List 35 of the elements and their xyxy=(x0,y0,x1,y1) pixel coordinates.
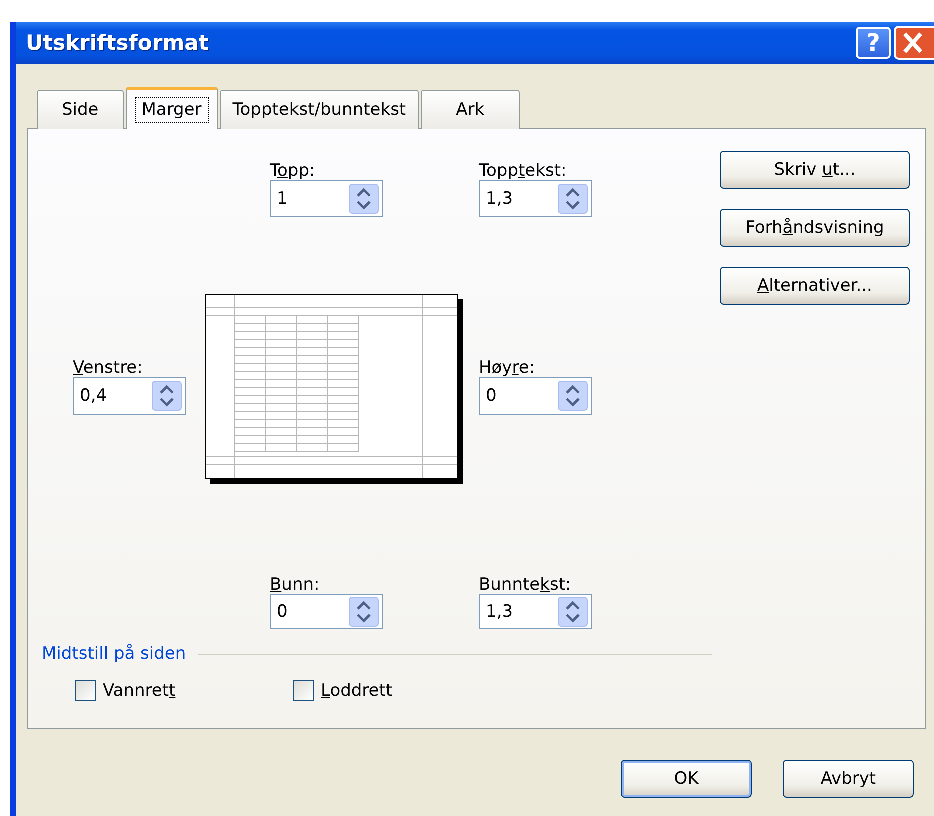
tab[interactable]: Ark xyxy=(421,90,520,129)
dialog-button[interactable]: Forhåndsvisning xyxy=(720,209,910,247)
close-icon[interactable] xyxy=(894,26,934,60)
field-label: Bunn: xyxy=(270,575,320,595)
field-label: Bunntekst: xyxy=(479,575,572,595)
number-spinner[interactable]: 1,3 xyxy=(479,180,592,217)
help-button[interactable]: ? xyxy=(856,27,891,59)
number-spinner[interactable]: 1,3 xyxy=(479,594,592,629)
dialog-button[interactable]: Avbryt xyxy=(783,760,914,798)
up-down-arrows-icon[interactable] xyxy=(558,596,588,626)
number-spinner[interactable]: 0,4 xyxy=(73,377,186,415)
up-down-arrows-icon[interactable] xyxy=(349,184,379,214)
field-label: Topptekst: xyxy=(479,161,567,181)
tab[interactable]: Side xyxy=(37,90,124,129)
checkbox-label: Vannrett xyxy=(103,680,176,700)
number-spinner[interactable]: 0 xyxy=(479,377,592,415)
checkbox[interactable] xyxy=(293,680,314,701)
up-down-arrows-icon[interactable] xyxy=(152,381,182,411)
number-spinner[interactable]: 0 xyxy=(270,594,383,629)
dialog-button[interactable]: Skriv ut... xyxy=(720,151,910,189)
field-label: Topp: xyxy=(270,161,316,181)
group-title: Midtstill på siden xyxy=(42,644,186,664)
window-title: Utskriftsformat xyxy=(26,31,210,55)
field-label: Venstre: xyxy=(73,358,143,378)
number-spinner[interactable]: 1 xyxy=(270,180,383,217)
field-label: Høyre: xyxy=(479,358,536,378)
up-down-arrows-icon[interactable] xyxy=(349,596,379,626)
checkbox-label: Loddrett xyxy=(321,680,393,700)
up-down-arrows-icon[interactable] xyxy=(558,381,588,411)
dialog-button[interactable]: Alternativer... xyxy=(720,267,910,305)
checkbox[interactable] xyxy=(75,680,96,701)
tab[interactable]: Topptekst/bunntekst xyxy=(220,90,420,129)
dialog-button[interactable]: OK xyxy=(621,760,752,798)
up-down-arrows-icon[interactable] xyxy=(558,184,588,214)
tab[interactable]: Marger xyxy=(126,87,218,129)
